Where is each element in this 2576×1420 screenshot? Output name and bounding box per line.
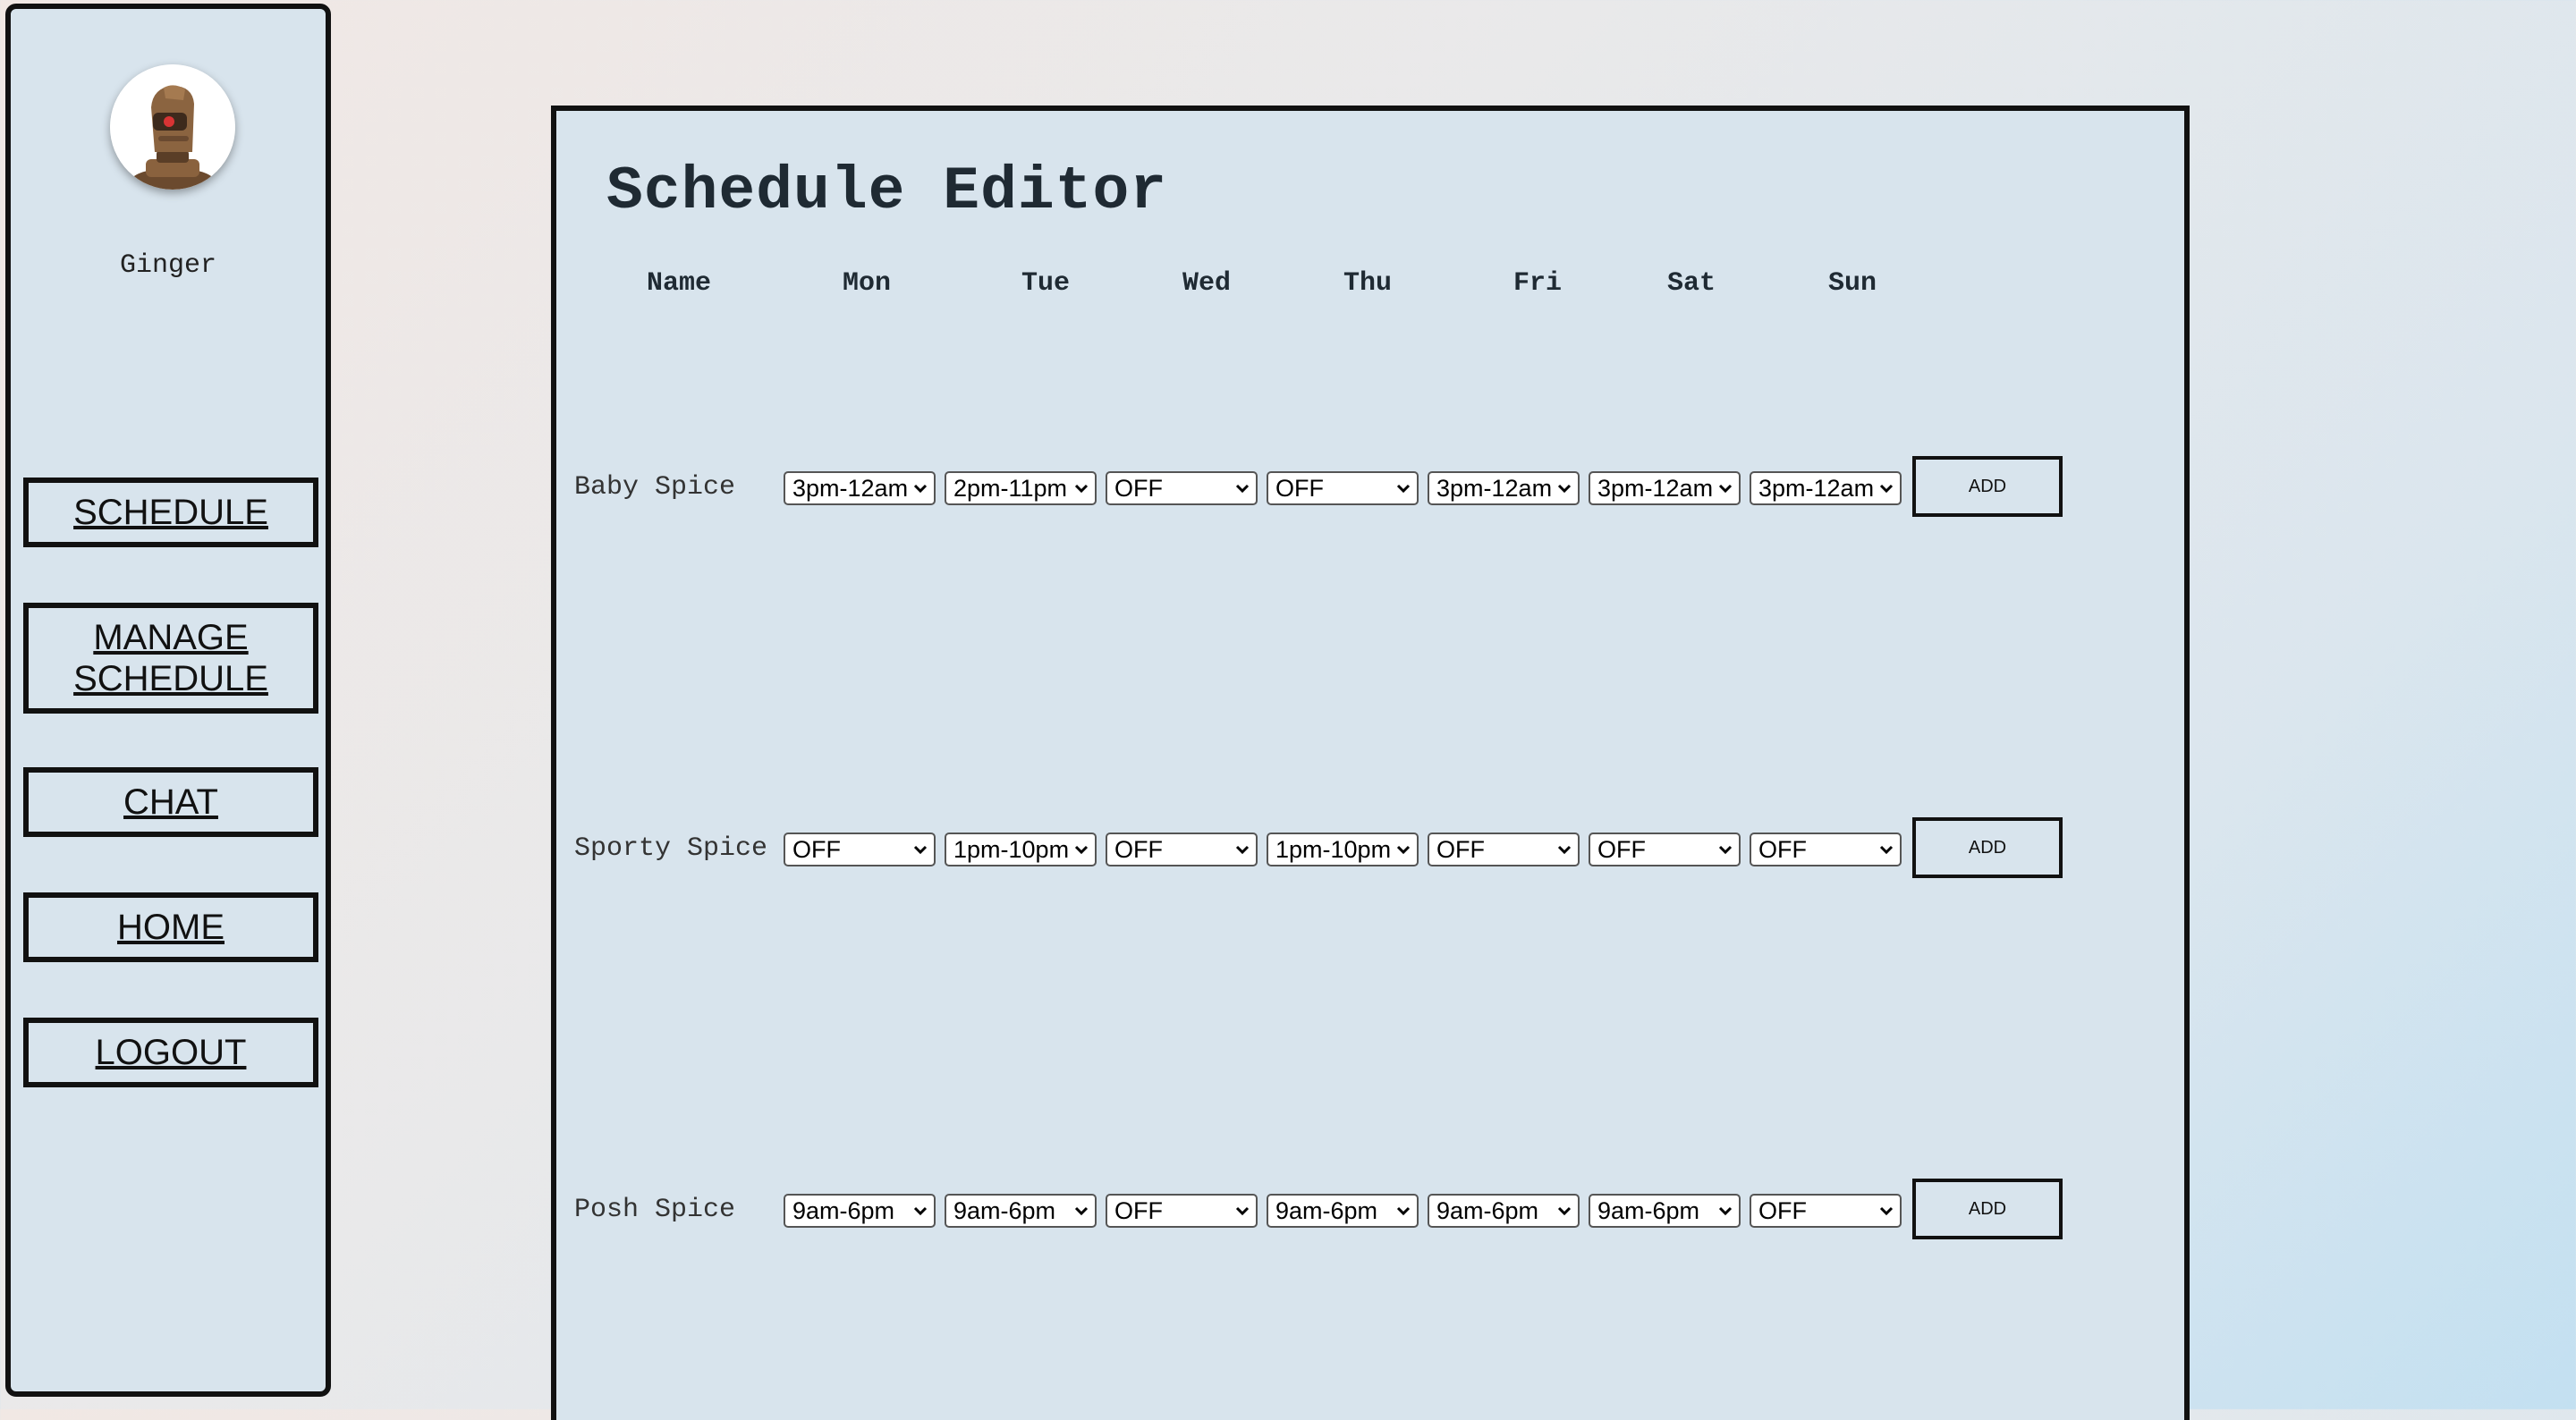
- avatar: [110, 64, 235, 190]
- chevron-down-icon: [1718, 484, 1733, 494]
- chevron-down-icon: [1396, 484, 1411, 494]
- nav-logout-label: LOGOUT: [95, 1033, 247, 1072]
- chevron-down-icon: [1074, 1206, 1089, 1216]
- nav-chat-label: CHAT: [123, 782, 218, 822]
- column-header-wed: Wed: [1182, 268, 1231, 299]
- chevron-down-icon: [1396, 845, 1411, 855]
- chevron-down-icon: [1879, 484, 1894, 494]
- shift-value: OFF: [1758, 836, 1807, 863]
- nav-manage-schedule-button[interactable]: MANAGE SCHEDULE: [23, 603, 318, 714]
- shift-value: 3pm-12am: [1597, 475, 1714, 502]
- shift-value: OFF: [1114, 1197, 1163, 1224]
- employee-name: Baby Spice: [574, 472, 736, 503]
- shift-value: OFF: [1597, 836, 1646, 863]
- chevron-down-icon: [1396, 1206, 1411, 1216]
- chevron-down-icon: [1074, 845, 1089, 855]
- shift-value: OFF: [1436, 836, 1485, 863]
- employee-name: Posh Spice: [574, 1195, 736, 1225]
- shift-select-sun[interactable]: 3pm-12am: [1750, 471, 1902, 505]
- shift-value: 9am-6pm: [792, 1197, 895, 1224]
- shift-select-tue[interactable]: 9am-6pm: [945, 1194, 1097, 1228]
- shift-select-wed[interactable]: OFF: [1106, 833, 1258, 866]
- chevron-down-icon: [1879, 845, 1894, 855]
- shift-select-fri[interactable]: OFF: [1428, 833, 1580, 866]
- chevron-down-icon: [1718, 845, 1733, 855]
- shift-select-sun[interactable]: OFF: [1750, 833, 1902, 866]
- shift-select-wed[interactable]: OFF: [1106, 471, 1258, 505]
- chevron-down-icon: [1557, 484, 1572, 494]
- nav-schedule-label: SCHEDULE: [73, 493, 268, 532]
- add-button[interactable]: ADD: [1912, 456, 2063, 517]
- shift-value: 2pm-11pm: [953, 475, 1068, 502]
- column-header-fri: Fri: [1513, 268, 1562, 299]
- column-header-mon: Mon: [842, 268, 891, 299]
- shift-select-fri[interactable]: 9am-6pm: [1428, 1194, 1580, 1228]
- shift-value: OFF: [1114, 475, 1163, 502]
- nav-chat-button[interactable]: CHAT: [23, 767, 318, 837]
- nav-logout-button[interactable]: LOGOUT: [23, 1018, 318, 1087]
- shift-select-sat[interactable]: OFF: [1589, 833, 1741, 866]
- shift-value: OFF: [1758, 1197, 1807, 1224]
- shift-select-sat[interactable]: 3pm-12am: [1589, 471, 1741, 505]
- column-header-thu: Thu: [1343, 268, 1392, 299]
- sidebar: Ginger SCHEDULE MANAGE SCHEDULE CHAT HOM…: [5, 4, 331, 1397]
- shift-value: 9am-6pm: [1436, 1197, 1539, 1224]
- employee-name: Sporty Spice: [574, 833, 768, 864]
- nav-schedule-button[interactable]: SCHEDULE: [23, 478, 318, 547]
- shift-select-mon[interactable]: OFF: [784, 833, 936, 866]
- shift-value: 9am-6pm: [953, 1197, 1056, 1224]
- shift-value: 9am-6pm: [1597, 1197, 1700, 1224]
- schedule-editor-panel: Schedule Editor Name Mon Tue Wed Thu Fri…: [551, 106, 2190, 1420]
- shift-select-thu[interactable]: OFF: [1267, 471, 1419, 505]
- shift-select-fri[interactable]: 3pm-12am: [1428, 471, 1580, 505]
- shift-select-mon[interactable]: 9am-6pm: [784, 1194, 936, 1228]
- shift-value: 3pm-12am: [1436, 475, 1553, 502]
- chevron-down-icon: [1235, 1206, 1250, 1216]
- shift-value: 9am-6pm: [1275, 1197, 1378, 1224]
- shift-select-thu[interactable]: 9am-6pm: [1267, 1194, 1419, 1228]
- shift-value: OFF: [792, 836, 841, 863]
- nav-manage-schedule-label: MANAGE SCHEDULE: [73, 618, 268, 698]
- chevron-down-icon: [913, 1206, 928, 1216]
- nav-home-label: HOME: [117, 908, 225, 947]
- shift-value: 3pm-12am: [1758, 475, 1875, 502]
- chevron-down-icon: [913, 845, 928, 855]
- chevron-down-icon: [1718, 1206, 1733, 1216]
- chevron-down-icon: [1235, 845, 1250, 855]
- column-header-tue: Tue: [1021, 268, 1070, 299]
- chevron-down-icon: [1879, 1206, 1894, 1216]
- shift-select-thu[interactable]: 1pm-10pm: [1267, 833, 1419, 866]
- shift-select-tue[interactable]: 1pm-10pm: [945, 833, 1097, 866]
- shift-select-wed[interactable]: OFF: [1106, 1194, 1258, 1228]
- page-title: Schedule Editor: [606, 157, 1168, 226]
- shift-value: 3pm-12am: [792, 475, 909, 502]
- shift-value: OFF: [1114, 836, 1163, 863]
- chevron-down-icon: [1074, 484, 1089, 494]
- chevron-down-icon: [913, 484, 928, 494]
- shift-select-sun[interactable]: OFF: [1750, 1194, 1902, 1228]
- chevron-down-icon: [1557, 845, 1572, 855]
- shift-select-mon[interactable]: 3pm-12am: [784, 471, 936, 505]
- shift-select-sat[interactable]: 9am-6pm: [1589, 1194, 1741, 1228]
- shift-value: 1pm-10pm: [1275, 836, 1392, 863]
- column-header-sat: Sat: [1666, 268, 1716, 299]
- nav-home-button[interactable]: HOME: [23, 892, 318, 962]
- add-button[interactable]: ADD: [1912, 817, 2063, 878]
- shift-value: 1pm-10pm: [953, 836, 1070, 863]
- robot-avatar-icon: [110, 64, 235, 190]
- chevron-down-icon: [1557, 1206, 1572, 1216]
- column-header-name: Name: [646, 268, 711, 299]
- column-header-sun: Sun: [1827, 268, 1877, 299]
- chevron-down-icon: [1235, 484, 1250, 494]
- username: Ginger: [119, 250, 217, 281]
- shift-select-tue[interactable]: 2pm-11pm: [945, 471, 1097, 505]
- add-button[interactable]: ADD: [1912, 1179, 2063, 1239]
- shift-value: OFF: [1275, 475, 1324, 502]
